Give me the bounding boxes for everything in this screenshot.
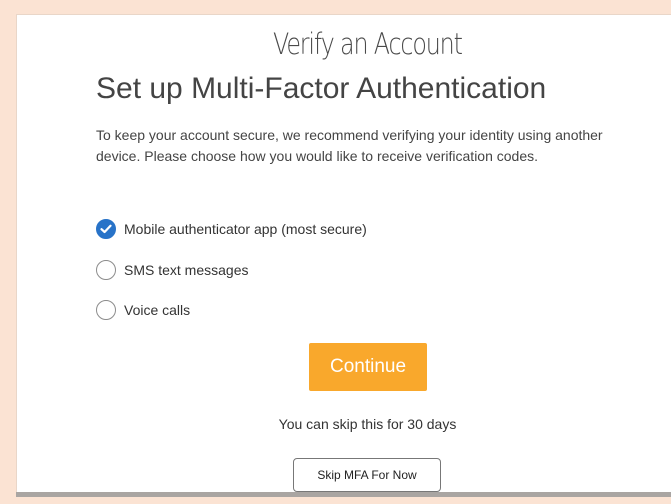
- option-label-mobile-app: Mobile authenticator app (most secure): [124, 221, 367, 237]
- skip-note: You can skip this for 30 days: [278, 416, 457, 432]
- radio-unchecked-icon[interactable]: [96, 300, 116, 320]
- page-title: Verify an Account: [273, 27, 463, 61]
- option-sms[interactable]: SMS text messages: [96, 258, 249, 282]
- continue-button[interactable]: Continue: [309, 343, 427, 391]
- option-voice[interactable]: Voice calls: [96, 298, 190, 322]
- description-text: To keep your account secure, we recommen…: [96, 127, 603, 164]
- bottom-divider: [16, 492, 671, 497]
- option-label-sms: SMS text messages: [124, 262, 249, 278]
- section-title: Set up Multi-Factor Authentication: [96, 72, 547, 105]
- mfa-card: Verify an Account Set up Multi-Factor Au…: [16, 14, 671, 492]
- skip-mfa-button[interactable]: Skip MFA For Now: [293, 458, 441, 492]
- option-mobile-app[interactable]: Mobile authenticator app (most secure): [96, 217, 367, 241]
- option-label-voice: Voice calls: [124, 302, 191, 318]
- radio-unchecked-icon[interactable]: [96, 260, 116, 280]
- radio-checked-icon[interactable]: [96, 219, 116, 239]
